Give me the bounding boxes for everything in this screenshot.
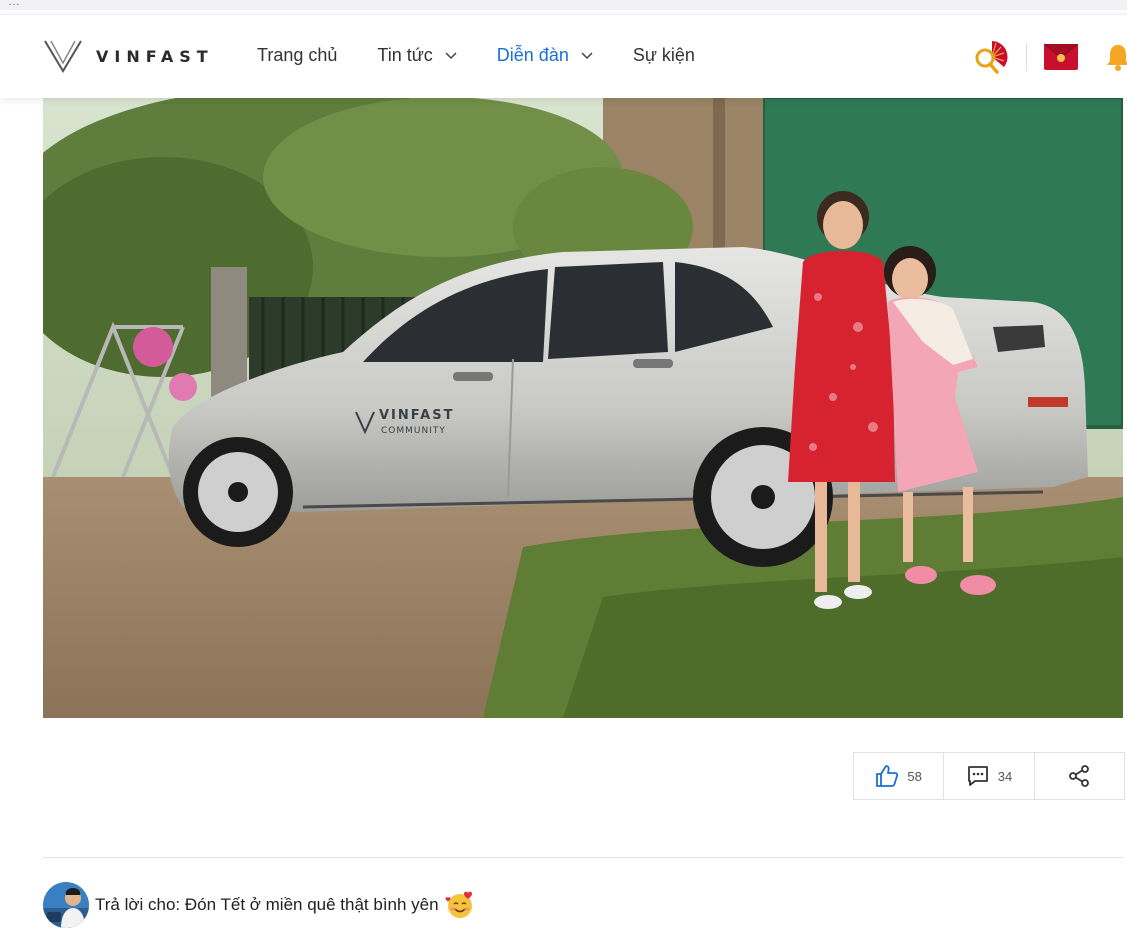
header-icons — [970, 37, 1127, 77]
nav-item-home[interactable]: Trang chủ — [257, 45, 337, 66]
chevron-down-icon — [445, 51, 457, 59]
nav-item-news[interactable]: Tin tức — [377, 45, 457, 66]
share-icon — [1069, 765, 1090, 787]
brand-name: VINFAST — [96, 46, 214, 66]
nav-label: Diễn đàn — [496, 45, 569, 65]
nav-label: Trang chủ — [257, 45, 338, 65]
smiling-face-with-hearts-icon — [445, 891, 472, 918]
bell-icon — [1107, 45, 1127, 71]
chevron-down-icon — [581, 51, 593, 59]
previous-text-fragment: … — [8, 0, 20, 8]
search-button[interactable] — [970, 37, 1010, 77]
car-family-photo: VINFAST COMMUNITY — [43, 97, 1123, 718]
post-photo[interactable]: VINFAST COMMUNITY — [43, 97, 1123, 718]
comment-count: 34 — [997, 768, 1013, 784]
sticker-line-2: COMMUNITY — [381, 426, 446, 436]
sticker-line-1: VINFAST — [379, 408, 454, 423]
share-button[interactable] — [1035, 753, 1124, 799]
gift-button[interactable] — [1043, 42, 1079, 72]
like-count: 58 — [907, 768, 922, 784]
notification-button[interactable] — [1103, 42, 1127, 72]
thumbs-up-icon — [876, 765, 899, 787]
red-envelope-icon — [1043, 43, 1079, 70]
reply-quote[interactable]: Trả lời cho: Đón Tết ở miền quê thật bìn… — [43, 882, 475, 928]
nav-item-forum[interactable]: Diễn đàn — [497, 45, 593, 66]
avatar[interactable] — [43, 882, 89, 928]
nav-item-events[interactable]: Sự kiện — [633, 45, 695, 66]
comment-button[interactable]: 34 — [944, 753, 1035, 799]
user-avatar-image — [43, 882, 89, 928]
section-divider — [43, 857, 1123, 858]
vinfast-v-icon — [44, 40, 82, 73]
post-actions: 58 34 — [853, 752, 1125, 800]
search-fan-icon — [975, 41, 1008, 74]
nav-label: Sự kiện — [632, 45, 695, 65]
reply-text: Trả lời cho: Đón Tết ở miền quê thật bìn… — [95, 895, 439, 914]
main-nav: Trang chủ Tin tức Diễn đàn Sự kiện — [257, 45, 735, 66]
vinfast-logo[interactable]: VINFAST — [44, 39, 214, 73]
nav-label: Tin tức — [377, 45, 433, 65]
top-strip: … — [0, 0, 1127, 10]
header-separator — [1026, 43, 1027, 71]
like-button[interactable]: 58 — [854, 753, 945, 799]
comment-icon — [967, 766, 988, 786]
site-header: VINFAST Trang chủ Tin tức Diễn đàn Sự ki… — [0, 14, 1127, 98]
